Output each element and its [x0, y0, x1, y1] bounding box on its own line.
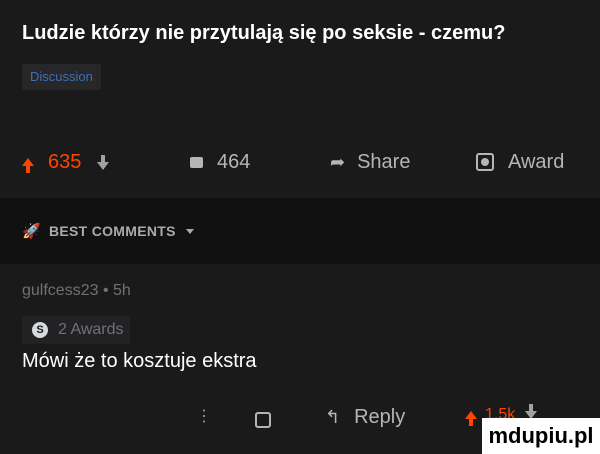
upvote-count: 635 [48, 150, 82, 173]
awards-label: 2 Awards [58, 321, 124, 338]
watermark: mdupiu.pl [482, 418, 600, 454]
post-flair[interactable]: Discussion [22, 64, 101, 90]
comments-count: 464 [217, 150, 251, 173]
award-icon[interactable] [255, 412, 271, 428]
vote-control: 635 [22, 140, 110, 184]
comment-icon [190, 156, 203, 168]
comments-sort-bar: 🚀 BEST COMMENTS [0, 198, 600, 264]
award-button[interactable]: Award [476, 140, 564, 184]
reply-button[interactable]: ↰ Reply [325, 406, 405, 429]
award-icon [476, 153, 494, 171]
share-button[interactable]: ➦ Share [330, 140, 410, 184]
rocket-icon: 🚀 [22, 223, 41, 240]
reply-icon: ↰ [325, 407, 341, 427]
chevron-down-icon [185, 228, 194, 234]
comment-awards[interactable]: S 2 Awards [22, 316, 130, 344]
comment-meta[interactable]: gulfcess23 • 5h [22, 282, 131, 300]
post-title: Ludzie którzy nie przytulają się po seks… [22, 22, 506, 44]
upvote-icon[interactable] [465, 411, 477, 426]
sort-label: BEST COMMENTS [48, 223, 176, 239]
upvote-icon[interactable] [22, 158, 34, 173]
share-label: Share [357, 150, 411, 173]
downvote-icon[interactable] [97, 155, 110, 170]
share-icon: ➦ [330, 151, 346, 172]
more-options-icon[interactable]: ⋮ [196, 406, 212, 426]
post-actions-bar: 635 464 ➦ Share Award [0, 140, 600, 184]
comments-button[interactable]: 464 [190, 140, 250, 184]
comment-text: Mówi że to kosztuje ekstra [22, 350, 257, 372]
award-badge-icon: S [32, 322, 48, 338]
reply-label: Reply [354, 406, 406, 428]
sort-dropdown[interactable]: 🚀 BEST COMMENTS [22, 198, 194, 264]
award-label: Award [508, 150, 565, 173]
